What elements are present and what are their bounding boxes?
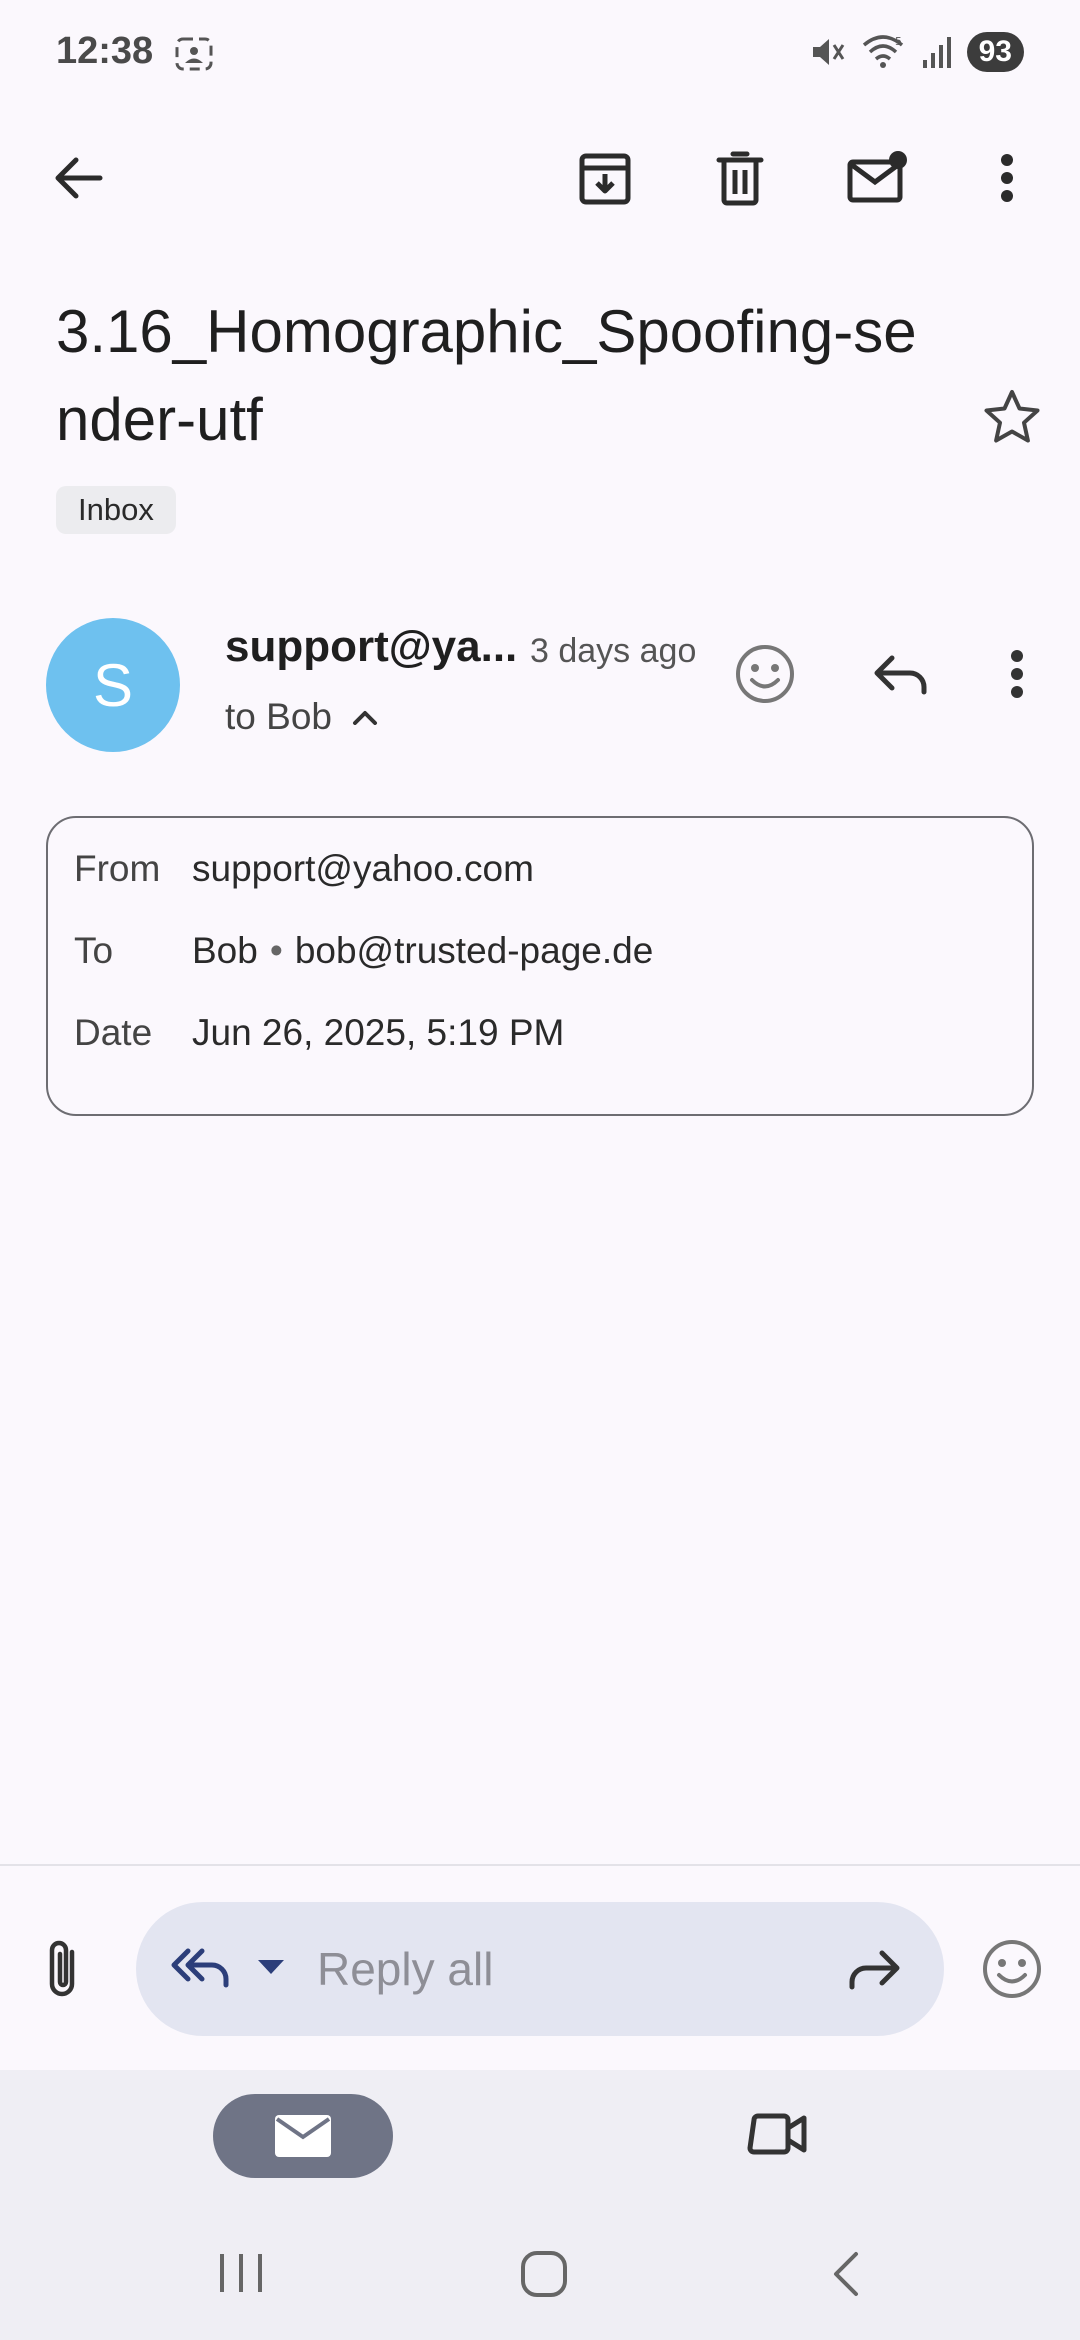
emoji-button[interactable] [964,1921,1060,2017]
mail-unread-icon [846,150,908,206]
separator-dot: • [269,930,283,971]
message-more-button[interactable] [969,626,1065,722]
sender-name[interactable]: support@ya... [225,622,517,672]
reply-icon [872,652,930,696]
reply-bar-divider [0,1864,1080,1866]
archive-icon [578,150,632,206]
email-details-card: From support@yahoo.com To Bob • bob@trus… [46,816,1034,1116]
recipients-text: to Bob [225,696,332,737]
star-icon [983,388,1041,444]
battery-indicator: 93 [966,32,1024,72]
reply-button[interactable] [853,626,949,722]
mute-icon [809,33,847,71]
status-icons: 5 93 [809,32,1024,72]
attach-button[interactable] [16,1921,112,2017]
home-button[interactable] [520,2250,568,2298]
from-label: From [74,848,161,889]
details-date-row: Date Jun 26, 2025, 5:19 PM [74,1012,564,1054]
to-email[interactable]: bob@trusted-page.de [295,930,653,972]
bottom-nav [0,2070,1080,2340]
tab-meet[interactable] [746,2110,808,2158]
mail-icon [273,2113,333,2159]
svg-text:5: 5 [895,35,902,48]
to-name[interactable]: Bob [192,930,258,972]
date-value: Jun 26, 2025, 5:19 PM [192,1012,565,1053]
archive-button[interactable] [557,130,653,226]
system-back-button[interactable] [830,2250,860,2298]
screenshot-icon [174,36,214,72]
forward-icon[interactable] [846,1947,902,1991]
to-label: To [74,930,114,971]
sender-avatar[interactable]: S [46,618,180,752]
status-time: 12:38 [56,30,154,72]
from-value[interactable]: support@yahoo.com [192,848,534,890]
reply-all-icon[interactable] [170,1945,234,1991]
star-button[interactable] [964,368,1060,464]
reply-all-placeholder: Reply all [317,1943,494,1995]
tab-mail[interactable] [213,2094,393,2178]
recent-apps-button[interactable] [218,2252,264,2294]
mark-unread-button[interactable] [829,130,925,226]
delete-button[interactable] [692,130,788,226]
reply-mode-dropdown-icon[interactable] [256,1958,286,1976]
date-label: Date [74,1012,153,1053]
wifi-icon: 5 [861,33,907,71]
video-camera-icon [746,2110,808,2158]
emoji-icon [734,643,796,705]
paperclip-icon [46,1938,82,2000]
email-subject: 3.16_Homographic_Spoofing-sender-utf [56,298,917,453]
arrow-back-icon [52,154,104,202]
chevron-up-icon [352,709,378,725]
details-from-row: From support@yahoo.com [74,848,534,890]
back-button[interactable] [30,130,126,226]
recipients-toggle[interactable]: to Bob [225,696,378,738]
email-time: 3 days ago [530,632,697,670]
more-vert-icon [999,153,1015,203]
trash-icon [715,150,765,206]
more-vert-icon [1009,649,1025,699]
signal-icon [921,34,953,70]
label-chip-inbox[interactable]: Inbox [56,486,176,534]
more-options-button[interactable] [959,130,1055,226]
emoji-icon [981,1938,1043,2000]
details-to-row: To Bob • bob@trusted-page.de [74,930,653,972]
add-reaction-button[interactable] [717,626,813,722]
